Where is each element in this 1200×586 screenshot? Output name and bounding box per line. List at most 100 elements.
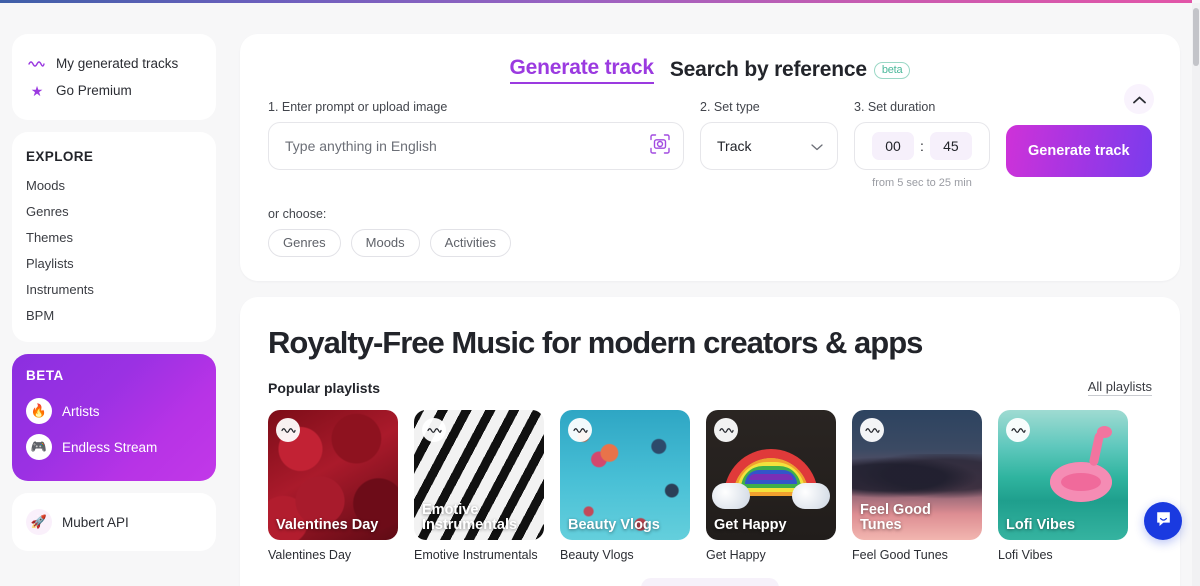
playlist-overlay-title: Emotive Instrumentals: [422, 501, 518, 534]
playlist-artwork: Emotive Instrumentals: [414, 410, 544, 540]
sidebar-item-themes[interactable]: Themes: [24, 224, 204, 250]
page-scrollbar-track[interactable]: [1192, 3, 1200, 586]
chat-widget-button[interactable]: [1144, 502, 1182, 540]
open-all-playlists-button[interactable]: Open all playlists: [640, 578, 780, 586]
sidebar-item-label: My generated tracks: [56, 56, 179, 71]
app-root: My generated tracks ★ Go Premium EXPLORE…: [0, 0, 1200, 586]
camera-scan-icon[interactable]: [649, 133, 671, 160]
popular-playlists-header: Popular playlists All playlists: [268, 379, 1152, 396]
playlist-artwork: Get Happy: [706, 410, 836, 540]
playlist-card-feel-good-tunes[interactable]: Feel Good Tunes Feel Good Tunes: [852, 410, 982, 562]
playlist-overlay-title: Lofi Vibes: [1006, 517, 1076, 534]
playlist-caption: Get Happy: [706, 548, 766, 562]
playlist-overlay-title: Beauty Vlogs: [568, 517, 660, 534]
prompt-input-wrapper[interactable]: [268, 122, 684, 170]
playlist-caption: Lofi Vibes: [998, 548, 1053, 562]
playlist-cards: Valentines Day Valentines Day Emotive In…: [268, 410, 1152, 562]
wave-icon: [422, 418, 446, 442]
chip-genres[interactable]: Genres: [268, 229, 341, 257]
duration-field-group: 3. Set duration 00 : 45 from 5 sec to 25…: [854, 100, 990, 189]
star-icon: ★: [30, 82, 44, 99]
generator-tabs: Generate track Search by reference beta: [268, 52, 1152, 100]
chip-activities[interactable]: Activities: [429, 229, 511, 257]
prompt-label: 1. Enter prompt or upload image: [268, 100, 448, 114]
sidebar: My generated tracks ★ Go Premium EXPLORE…: [0, 3, 228, 586]
cloud-decoration-left: [712, 482, 750, 509]
or-choose-label: or choose:: [268, 207, 327, 221]
wave-icon: [568, 418, 592, 442]
playlist-caption: Emotive Instrumentals: [414, 548, 538, 562]
or-choose-section: or choose: Genres Moods Activities: [268, 207, 1152, 257]
flamingo-head-decoration: [1096, 425, 1112, 438]
playlist-artwork: Valentines Day: [268, 410, 398, 540]
generator-panel: Generate track Search by reference beta 1…: [240, 34, 1180, 281]
chevron-down-icon: [811, 138, 823, 154]
all-playlists-link[interactable]: All playlists: [1087, 379, 1152, 396]
content-panel: Royalty-Free Music for modern creators &…: [240, 297, 1180, 586]
duration-seconds-input[interactable]: 45: [929, 132, 972, 160]
prompt-input[interactable]: [285, 138, 641, 154]
sidebar-item-bpm[interactable]: BPM: [24, 302, 204, 328]
sidebar-beta-card: BETA 🔥 Artists 🎮 Endless Stream: [12, 354, 216, 481]
cloud-decoration-right: [792, 482, 830, 509]
sidebar-item-endless-stream[interactable]: 🎮 Endless Stream: [26, 429, 202, 465]
playlist-overlay-title: Get Happy: [714, 517, 787, 534]
or-choose-chips: Genres Moods Activities: [268, 229, 1152, 257]
sidebar-item-mubert-api[interactable]: 🚀 Mubert API: [26, 509, 202, 535]
wave-icon: [860, 418, 884, 442]
sidebar-item-label: Mubert API: [62, 514, 129, 530]
tab-generate-track[interactable]: Generate track: [509, 56, 654, 84]
playlist-caption: Valentines Day: [268, 548, 352, 562]
generate-track-button[interactable]: Generate track: [1006, 125, 1152, 177]
playlist-artwork: Lofi Vibes: [998, 410, 1128, 540]
wave-icon: [276, 418, 300, 442]
playlist-card-lofi-vibes[interactable]: Lofi Vibes Lofi Vibes: [998, 410, 1128, 562]
flamingo-decoration: [1050, 462, 1112, 502]
main-content: Generate track Search by reference beta 1…: [228, 3, 1192, 586]
sidebar-item-instruments[interactable]: Instruments: [24, 276, 204, 302]
playlist-artwork: Beauty Vlogs: [560, 410, 690, 540]
duration-label: 3. Set duration: [854, 100, 936, 114]
sidebar-item-genres[interactable]: Genres: [24, 198, 204, 224]
playlist-artwork: Feel Good Tunes: [852, 410, 982, 540]
playlist-caption: Feel Good Tunes: [852, 548, 948, 562]
prompt-field-group: 1. Enter prompt or upload image: [268, 100, 684, 170]
duration-minutes-input[interactable]: 00: [872, 132, 915, 160]
open-all-playlists-wrapper: Open all playlists: [268, 578, 1152, 586]
cloud-decoration: [852, 454, 982, 501]
generator-form: 1. Enter prompt or upload image Type any…: [268, 100, 1152, 189]
tab-search-by-reference[interactable]: Search by reference beta: [670, 58, 911, 82]
playlist-overlay-title: Feel Good Tunes: [860, 501, 931, 534]
playlist-overlay-title: Valentines Day: [276, 517, 379, 534]
duration-input-wrapper[interactable]: 00 : 45: [854, 122, 990, 170]
gamepad-icon: 🎮: [26, 434, 52, 460]
wave-icon: [714, 418, 738, 442]
sidebar-api-card: 🚀 Mubert API: [12, 493, 216, 551]
playlist-card-beauty-vlogs[interactable]: Beauty Vlogs Beauty Vlogs: [560, 410, 690, 562]
section-title: Popular playlists: [268, 380, 381, 396]
page-title: Royalty-Free Music for modern creators &…: [268, 325, 923, 360]
playlist-card-emotive-instrumentals[interactable]: Emotive Instrumentals Emotive Instrument…: [414, 410, 544, 562]
tab-label: Search by reference: [669, 58, 867, 81]
playlist-caption: Beauty Vlogs: [560, 548, 634, 562]
sidebar-item-playlists[interactable]: Playlists: [24, 250, 204, 276]
beta-badge: beta: [873, 62, 911, 79]
explore-heading: EXPLORE: [26, 149, 94, 164]
sidebar-explore-card: EXPLORE Moods Genres Themes Playlists In…: [12, 132, 216, 342]
beta-heading: BETA: [26, 368, 64, 383]
sidebar-item-artists[interactable]: 🔥 Artists: [26, 393, 202, 429]
chip-moods[interactable]: Moods: [350, 229, 420, 257]
chevron-up-icon: [1132, 92, 1146, 107]
playlist-card-get-happy[interactable]: Get Happy Get Happy: [706, 410, 836, 562]
sidebar-top-card: My generated tracks ★ Go Premium: [12, 34, 216, 120]
page-scrollbar-thumb[interactable]: [1193, 8, 1199, 66]
wave-icon: [28, 59, 46, 68]
type-select[interactable]: Track: [700, 122, 838, 170]
duration-separator: :: [920, 138, 924, 154]
sidebar-item-my-generated-tracks[interactable]: My generated tracks: [26, 50, 202, 77]
sidebar-item-moods[interactable]: Moods: [24, 172, 204, 198]
sidebar-item-go-premium[interactable]: ★ Go Premium: [26, 77, 202, 104]
collapse-panel-button[interactable]: [1124, 84, 1154, 114]
playlist-card-valentines-day[interactable]: Valentines Day Valentines Day: [268, 410, 398, 562]
fire-icon: 🔥: [26, 398, 52, 424]
